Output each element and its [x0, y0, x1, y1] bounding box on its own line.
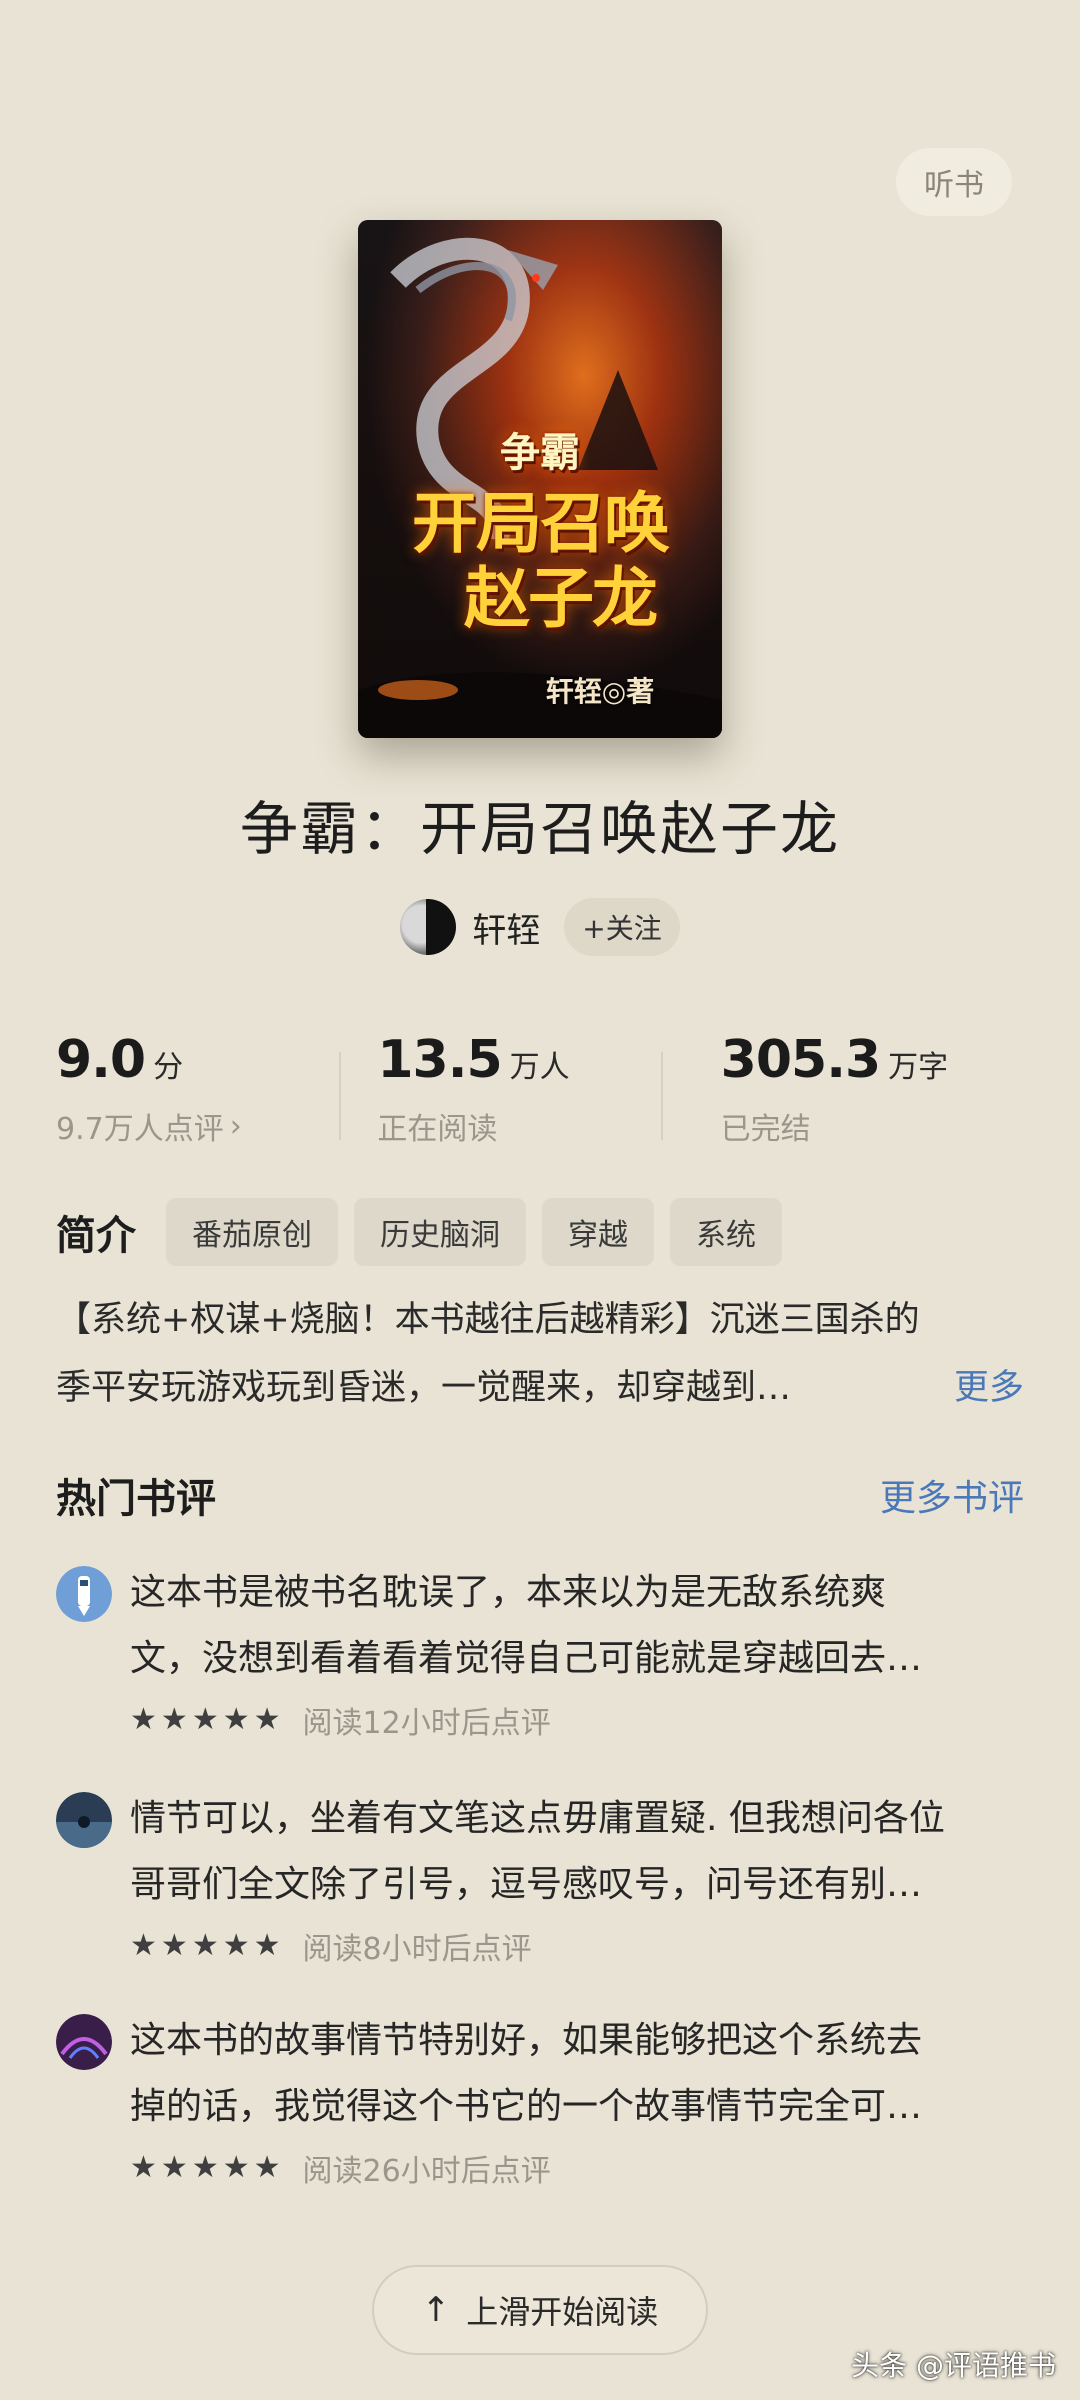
tag-chip[interactable]: 系统 — [670, 1198, 782, 1266]
intro-text[interactable]: 【系统+权谋+烧脑！本书越往后越精彩】沉迷三国杀的 季平安玩游戏玩到昏迷，一觉醒… — [56, 1286, 1024, 1422]
review-line: 哥哥们全文除了引号，逗号感叹号，问号还有别… — [130, 1864, 923, 1905]
cover-author-stamp: 轩轾◎著 — [545, 675, 655, 708]
start-reading-button[interactable]: ↑ 上滑开始阅读 — [372, 2265, 708, 2355]
star-icon: ★ — [253, 1702, 281, 1737]
star-icon: ★ — [191, 2150, 219, 2185]
review-text: 这本书的故事情节特别好，如果能够把这个系统去 掉的话，我觉得这个书它的一个故事情… — [130, 2008, 1024, 2140]
tag-chip[interactable]: 番茄原创 — [166, 1198, 338, 1266]
book-detail-page: 听书 争霸 开局召唤 赵子龙 轩轾◎著 争霸：开局召唤赵子龙 轩轾 +关注 9.… — [0, 0, 1080, 2400]
star-icon: ★ — [222, 2150, 250, 2185]
author-row: 轩轾 +关注 — [0, 898, 1080, 956]
star-icon: ★ — [160, 2150, 188, 2185]
intro-header: 简介 番茄原创 历史脑洞 穿越 系统 — [56, 1198, 782, 1266]
star-icon: ★ — [191, 1928, 219, 1963]
stat-wordcount: 305.3 万字 已完结 — [660, 1030, 1024, 1160]
intro-label: 简介 — [56, 1213, 136, 1259]
intro-line-1: 【系统+权谋+烧脑！本书越往后越精彩】沉迷三国杀的 — [56, 1300, 920, 1340]
reviewer-avatar[interactable] — [56, 2014, 112, 2070]
review-line: 文，没想到看着看着觉得自己可能就是穿越回去… — [130, 1638, 923, 1679]
rating-value: 9.0 — [56, 1030, 146, 1090]
review-line: 掉的话，我觉得这个书它的一个故事情节完全可… — [130, 2086, 923, 2127]
review-time: 阅读12小时后点评 — [302, 1706, 551, 1741]
readers-value: 13.5 — [377, 1030, 502, 1090]
intro-more-link[interactable]: 更多 — [954, 1354, 1024, 1422]
star-icon: ★ — [130, 1702, 157, 1737]
star-rating: ★ ★ ★ ★ ★ — [130, 1705, 281, 1735]
hot-reviews-title: 热门书评 — [56, 1476, 216, 1522]
wordcount-unit: 万字 — [888, 1050, 949, 1085]
reviewer-avatar[interactable] — [56, 1792, 112, 1848]
wordcount-value: 305.3 — [720, 1030, 881, 1090]
review-line: 这本书是被书名耽误了，本来以为是无敌系统爽 — [130, 1572, 887, 1613]
listen-button[interactable]: 听书 — [896, 148, 1012, 216]
rating-unit: 分 — [153, 1050, 184, 1085]
star-icon: ★ — [160, 1928, 188, 1963]
tag-chip[interactable]: 历史脑洞 — [354, 1198, 526, 1266]
tag-chip[interactable]: 穿越 — [542, 1198, 654, 1266]
cover-title-line2: 赵子龙 — [464, 559, 658, 637]
follow-button[interactable]: +关注 — [564, 898, 680, 956]
rating-count: 9.7万人点评 — [56, 1112, 224, 1147]
stat-rating[interactable]: 9.0 分 9.7万人点评 › — [56, 1030, 359, 1160]
review-line: 这本书的故事情节特别好，如果能够把这个系统去 — [130, 2020, 923, 2061]
readers-label: 正在阅读 — [377, 1112, 498, 1147]
author-avatar[interactable] — [400, 899, 457, 955]
author-name[interactable]: 轩轾 — [472, 903, 540, 952]
star-rating: ★ ★ ★ ★ ★ — [130, 2153, 281, 2183]
readers-unit: 万人 — [509, 1050, 570, 1085]
review-text: 这本书是被书名耽误了，本来以为是无敌系统爽 文，没想到看着看着觉得自己可能就是穿… — [130, 1560, 1024, 1692]
start-reading-label: 上滑开始阅读 — [466, 2293, 659, 2331]
book-title: 争霸：开局召唤赵子龙 — [239, 795, 840, 863]
hot-reviews-header: 热门书评 更多书评 — [56, 1466, 1024, 1524]
arrow-up-icon: ↑ — [421, 2290, 451, 2330]
review-time: 阅读8小时后点评 — [302, 1932, 532, 1967]
stat-readers: 13.5 万人 正在阅读 — [339, 1030, 680, 1160]
book-cover[interactable]: 争霸 开局召唤 赵子龙 轩轾◎著 — [358, 220, 722, 738]
star-icon: ★ — [130, 1928, 157, 1963]
star-icon: ★ — [253, 2150, 281, 2185]
intro-line-2: 季平安玩游戏玩到昏迷，一觉醒来，却穿越到… — [56, 1368, 792, 1408]
review-time: 阅读26小时后点评 — [302, 2154, 551, 2189]
star-icon: ★ — [253, 1928, 281, 1963]
review-line: 情节可以，坐着有文笔这点毋庸置疑. 但我想问各位 — [130, 1798, 945, 1839]
review-text: 情节可以，坐着有文笔这点毋庸置疑. 但我想问各位 哥哥们全文除了引号，逗号感叹号… — [130, 1786, 1024, 1918]
star-icon: ★ — [191, 1702, 219, 1737]
chevron-right-icon: › — [229, 1108, 242, 1144]
star-icon: ★ — [222, 1928, 250, 1963]
watermark: 头条 @评语推书 — [851, 2349, 1056, 2382]
more-reviews-link[interactable]: 更多书评 — [880, 1469, 1024, 1521]
status-label: 已完结 — [720, 1112, 811, 1147]
star-icon: ★ — [160, 1702, 188, 1737]
star-rating: ★ ★ ★ ★ ★ — [130, 1931, 281, 1961]
book-stats: 9.0 分 9.7万人点评 › 13.5 万人 正在阅读 305.3 万字 已完… — [56, 1030, 1024, 1160]
star-icon: ★ — [130, 2150, 157, 2185]
reviewer-avatar[interactable] — [56, 1566, 112, 1622]
star-icon: ★ — [222, 1702, 250, 1737]
